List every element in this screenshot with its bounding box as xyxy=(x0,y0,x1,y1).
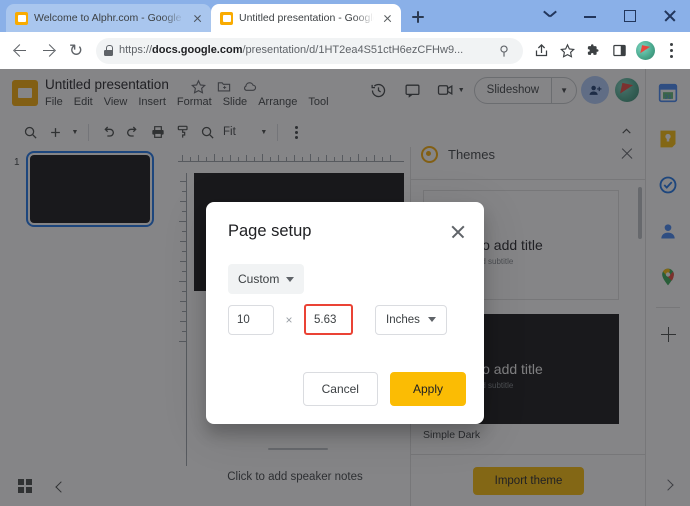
lock-icon xyxy=(104,45,113,56)
tab-title: Welcome to Alphr.com - Google xyxy=(34,11,182,24)
share-icon[interactable] xyxy=(529,38,554,64)
extensions-icon[interactable] xyxy=(581,38,606,64)
dimensions-row: 10 × 5.63 Inches xyxy=(228,304,447,335)
back-arrow-icon[interactable] xyxy=(6,37,34,65)
unit-dropdown[interactable]: Inches xyxy=(375,304,447,335)
chevron-down-icon[interactable] xyxy=(530,1,570,31)
browser-window: Welcome to Alphr.com - Google Untitled p… xyxy=(0,0,690,506)
bookmark-star-icon[interactable] xyxy=(555,38,580,64)
page-size-preset-dropdown[interactable]: Custom xyxy=(228,264,305,294)
maximize-button[interactable] xyxy=(610,1,650,31)
profile-avatar[interactable] xyxy=(633,38,658,64)
dialog-title: Page setup xyxy=(228,222,312,240)
slides-favicon xyxy=(220,11,233,25)
forward-arrow-icon[interactable] xyxy=(34,37,62,65)
browser-tab-1[interactable]: Welcome to Alphr.com - Google xyxy=(6,4,211,32)
browser-tab-2[interactable]: Untitled presentation - Google S xyxy=(211,4,401,32)
width-value: 10 xyxy=(237,313,250,326)
close-window-button[interactable] xyxy=(650,1,690,31)
slides-favicon xyxy=(15,11,28,25)
tab-strip: Welcome to Alphr.com - Google Untitled p… xyxy=(0,0,690,32)
side-panel-icon[interactable] xyxy=(607,38,632,64)
search-icon[interactable]: ⚲ xyxy=(493,40,515,62)
unit-value: Inches xyxy=(386,313,420,326)
address-bar[interactable]: https://docs.google.com/presentation/d/1… xyxy=(96,37,523,64)
cancel-button[interactable]: Cancel xyxy=(302,372,378,406)
height-input[interactable]: 5.63 xyxy=(304,304,353,335)
dialog-actions: Cancel Apply xyxy=(302,372,466,406)
browser-toolbar-icons xyxy=(529,38,684,64)
window-controls xyxy=(530,0,690,32)
chevron-down-icon xyxy=(286,276,295,282)
chrome-menu-icon[interactable] xyxy=(659,38,684,64)
preset-value: Custom xyxy=(238,272,280,286)
page-setup-dialog: Page setup Custom 10 × 5.63 Inches Cance… xyxy=(206,202,484,424)
minimize-button[interactable] xyxy=(570,1,610,31)
reload-icon[interactable]: ↻ xyxy=(62,37,90,65)
browser-navigation-bar: ↻ https://docs.google.com/presentation/d… xyxy=(0,32,690,69)
url-text: https://docs.google.com/presentation/d/1… xyxy=(119,44,464,56)
tab-title: Untitled presentation - Google S xyxy=(239,11,374,24)
new-tab-button[interactable] xyxy=(405,4,431,30)
close-dialog-icon[interactable] xyxy=(448,222,468,242)
dimension-separator: × xyxy=(285,312,293,327)
chevron-down-icon xyxy=(427,317,436,322)
width-input[interactable]: 10 xyxy=(228,304,274,335)
tab-close-icon[interactable] xyxy=(380,11,395,26)
height-value: 5.63 xyxy=(314,313,337,326)
tab-close-icon[interactable] xyxy=(190,11,205,26)
apply-button[interactable]: Apply xyxy=(389,372,466,406)
